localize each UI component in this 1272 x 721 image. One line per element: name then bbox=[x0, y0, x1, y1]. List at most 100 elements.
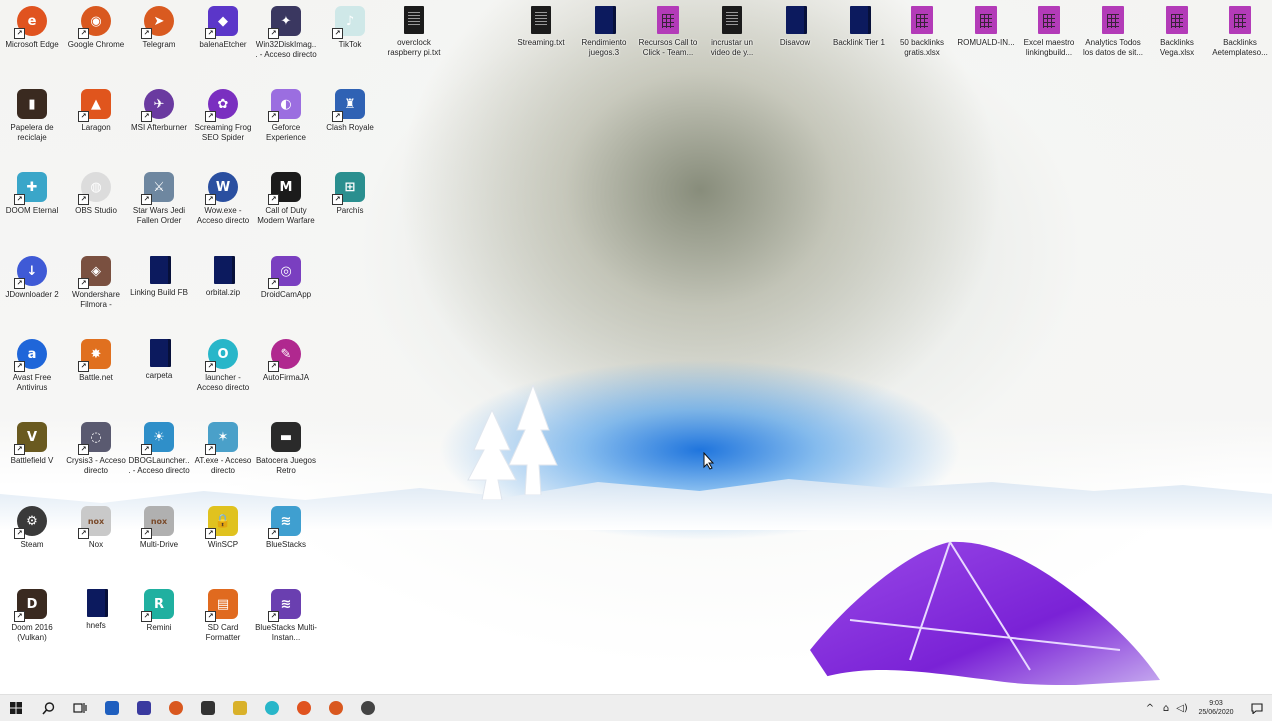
network-icon[interactable]: ⌂ bbox=[1158, 695, 1174, 721]
shortcut-arrow-icon: ↗ bbox=[78, 278, 89, 289]
desktop-icon-msi-afterburner[interactable]: ✈ ↗ MSI Afterburner bbox=[127, 83, 191, 133]
desktop-icon-excel-maestro-linkingbuild[interactable]: Excel maestro linkingbuild... bbox=[1017, 0, 1081, 58]
desktop-icon-dboglauncher-acceso-directo[interactable]: ☀ ↗ DBOGLauncher... - Acceso directo bbox=[127, 416, 191, 476]
desktop-icon-label: Win32DiskImag... - Acceso directo bbox=[255, 40, 317, 59]
taskbar-app-microsoft-store[interactable] bbox=[128, 695, 160, 721]
desktop-icon-avast-free-antivirus[interactable]: a ↗ Avast Free Antivirus bbox=[0, 333, 64, 393]
desktop-icon-doom-2016-vulkan[interactable]: D ↗ Doom 2016 (Vulkan) bbox=[0, 583, 64, 643]
obs-icon bbox=[361, 701, 375, 715]
action-center-button[interactable] bbox=[1242, 695, 1272, 721]
desktop-icon-linking-build-fb[interactable]: Linking Build FB bbox=[127, 250, 191, 298]
taskbar-app-app-dark[interactable] bbox=[192, 695, 224, 721]
shortcut-arrow-icon: ↗ bbox=[205, 444, 216, 455]
desktop-icon-at-exe-acceso-directo[interactable]: ✶ ↗ AT.exe - Acceso directo bbox=[191, 416, 255, 476]
doom-2016-vulkan-icon: D ↗ bbox=[14, 589, 47, 622]
desktop-icon-telegram[interactable]: ➤ ↗ Telegram bbox=[127, 0, 191, 50]
desktop-icon-autofirmaja[interactable]: ✎ ↗ AutoFirmaJA bbox=[254, 333, 318, 383]
desktop-icon-sd-card-formatter[interactable]: ▤ ↗ SD Card Formatter bbox=[191, 583, 255, 643]
desktop-icon-obs-studio[interactable]: ◍ ↗ OBS Studio bbox=[64, 166, 128, 216]
desktop-icon-bluestacks-multi-instan[interactable]: ≋ ↗ BlueStacks Multi-Instan... bbox=[254, 583, 318, 643]
desktop-icon-launcher-acceso-directo[interactable]: O ↗ launcher - Acceso directo bbox=[191, 333, 255, 393]
linking-build-fb-icon bbox=[150, 256, 168, 284]
desktop-icon-backlinks-vega-xlsx[interactable]: Backlinks Vega.xlsx bbox=[1145, 0, 1209, 58]
desktop-icon-steam[interactable]: ⚙ ↗ Steam bbox=[0, 500, 64, 550]
clash-royale-icon: ♜ ↗ bbox=[332, 89, 365, 122]
laragon-icon: ▲ ↗ bbox=[78, 89, 111, 122]
desktop-icon-carpeta[interactable]: carpeta bbox=[127, 333, 191, 381]
desktop-icon-battlefield-v[interactable]: V ↗ Battlefield V bbox=[0, 416, 64, 466]
desktop-icon-droidcamapp[interactable]: ◎ ↗ DroidCamApp bbox=[254, 250, 318, 300]
desktop-icon-screaming-frog-seo-spider[interactable]: ✿ ↗ Screaming Frog SEO Spider bbox=[191, 83, 255, 143]
start-button[interactable] bbox=[0, 695, 32, 721]
desktop-icon-battle-net[interactable]: ✸ ↗ Battle.net bbox=[64, 333, 128, 383]
desktop-icon-clash-royale[interactable]: ♜ ↗ Clash Royale bbox=[318, 83, 382, 133]
icon-glyph: ✎ bbox=[280, 346, 292, 362]
desktop-icon-bluestacks[interactable]: ≋ ↗ BlueStacks bbox=[254, 500, 318, 550]
desktop-icon-doom-eternal[interactable]: ✚ ↗ DOOM Eternal bbox=[0, 166, 64, 216]
taskbar-app-obs[interactable] bbox=[352, 695, 384, 721]
taskbar-app-cortana-circle[interactable] bbox=[256, 695, 288, 721]
search-button[interactable] bbox=[32, 695, 64, 721]
desktop-icon-call-of-duty-modern-warfare[interactable]: M ↗ Call of Duty Modern Warfare bbox=[254, 166, 318, 226]
shortcut-arrow-icon: ↗ bbox=[14, 278, 25, 289]
desktop-icon-backlink-tier-1[interactable]: Backlink Tier 1 bbox=[827, 0, 891, 48]
desktop[interactable]: e ↗ Microsoft Edge ◉ ↗ Google Chrome ➤ ↗ Telegra… bbox=[0, 0, 1272, 694]
desktop-icon-balenaetcher[interactable]: ◆ ↗ balenaEtcher bbox=[191, 0, 255, 50]
tray-chevron-icon[interactable]: ^ bbox=[1142, 695, 1158, 721]
desktop-icon-multi-drive[interactable]: nox ↗ Multi-Drive bbox=[127, 500, 191, 550]
search-icon bbox=[41, 701, 54, 715]
desktop-icon-wondershare-filmora[interactable]: ◈ ↗ Wondershare Filmora - bbox=[64, 250, 128, 310]
desktop-icon-label: Laragon bbox=[81, 123, 111, 132]
desktop-icon-incrustar-un-video-de-y[interactable]: incrustar un video de y... bbox=[700, 0, 764, 58]
desktop-icon-orbital-zip[interactable]: orbital.zip bbox=[191, 250, 255, 298]
desktop-icon-batocera-juegos-retro[interactable]: ▬ Batocera Juegos Retro bbox=[254, 416, 318, 476]
taskbar-app-chrome-alt[interactable] bbox=[320, 695, 352, 721]
shortcut-arrow-icon: ↗ bbox=[14, 444, 25, 455]
desktop-icon-win32diskimag-acceso-directo[interactable]: ✦ ↗ Win32DiskImag... - Acceso directo bbox=[254, 0, 318, 60]
desktop-icon-label: Backlinks Vega.xlsx bbox=[1159, 38, 1195, 57]
icon-glyph: V bbox=[26, 429, 38, 445]
icon-glyph: ☀ bbox=[153, 429, 165, 445]
task-view-button[interactable] bbox=[64, 695, 96, 721]
desktop-icon-romuald-in[interactable]: ROMUALD-IN... bbox=[954, 0, 1018, 48]
desktop-icon-google-chrome[interactable]: ◉ ↗ Google Chrome bbox=[64, 0, 128, 50]
desktop-icon-nox[interactable]: nox ↗ Nox bbox=[64, 500, 128, 550]
desktop-icon-rendimiento-juegos-3[interactable]: Rendimiento juegos.3 bbox=[572, 0, 636, 58]
desktop-icon-winscp[interactable]: 🔒 ↗ WinSCP bbox=[191, 500, 255, 550]
taskbar-app-chrome[interactable] bbox=[160, 695, 192, 721]
desktop-icon-geforce-experience[interactable]: ◐ ↗ Geforce Experience bbox=[254, 83, 318, 143]
shortcut-arrow-icon: ↗ bbox=[141, 611, 152, 622]
desktop-icon-disavow[interactable]: Disavow bbox=[763, 0, 827, 48]
sd-card-formatter-icon: ▤ ↗ bbox=[205, 589, 238, 622]
desktop-icon-remini[interactable]: R ↗ Remini bbox=[127, 583, 191, 633]
desktop-icon-label: DOOM Eternal bbox=[5, 206, 59, 215]
desktop-icon-star-wars-jedi-fallen-order[interactable]: ⚔ ↗ Star Wars Jedi Fallen Order bbox=[127, 166, 191, 226]
desktop-icon-crysis3-acceso-directo[interactable]: ◌ ↗ Crysis3 - Acceso directo bbox=[64, 416, 128, 476]
desktop-icon-hnefs[interactable]: hnefs bbox=[64, 583, 128, 631]
desktop-icon-laragon[interactable]: ▲ ↗ Laragon bbox=[64, 83, 128, 133]
desktop-icon-jdownloader-2[interactable]: ↓ ↗ JDownloader 2 bbox=[0, 250, 64, 300]
desktop-icon-label: Wondershare Filmora - bbox=[72, 290, 120, 309]
desktop-icon-analytics-todos-los-datos-de-sit[interactable]: Analytics Todos los datos de sit... bbox=[1081, 0, 1145, 58]
file-explorer-icon bbox=[105, 701, 119, 715]
desktop-icon-microsoft-edge[interactable]: e ↗ Microsoft Edge bbox=[0, 0, 64, 50]
desktop-icon-tiktok[interactable]: ♪ ↗ TikTok bbox=[318, 0, 382, 50]
desktop-icon-50-backlinks-gratis-xlsx[interactable]: 50 backlinks gratis.xlsx bbox=[890, 0, 954, 58]
desktop-icon-papelera-de-reciclaje[interactable]: ▮ Papelera de reciclaje bbox=[0, 83, 64, 143]
desktop-icon-streaming-txt[interactable]: Streaming.txt bbox=[509, 0, 573, 48]
taskbar-app-edge[interactable] bbox=[288, 695, 320, 721]
taskbar-app-folder[interactable] bbox=[224, 695, 256, 721]
icon-glyph: ✚ bbox=[26, 179, 38, 195]
desktop-icon-label: WinSCP bbox=[207, 540, 239, 549]
screaming-frog-seo-spider-icon: ✿ ↗ bbox=[205, 89, 238, 122]
desktop-icon-backlinks-aetemplateso[interactable]: Backlinks Aetemplateso... bbox=[1208, 0, 1272, 58]
chrome-icon bbox=[169, 701, 183, 715]
taskbar-app-file-explorer[interactable] bbox=[96, 695, 128, 721]
desktop-icon-overclock-raspberry-pi-txt[interactable]: overclock raspberry pi.txt bbox=[382, 0, 446, 58]
speaker-icon[interactable]: ◁) bbox=[1174, 695, 1190, 721]
desktop-icon-recursos-call-to-click-team[interactable]: Recursos Call to Click - Team... bbox=[636, 0, 700, 58]
desktop-icon-parch-s[interactable]: ⊞ ↗ Parchís bbox=[318, 166, 382, 216]
bluestacks-icon: ≋ ↗ bbox=[268, 506, 301, 539]
clock[interactable]: 9:03 25/06/2020 bbox=[1190, 699, 1242, 717]
desktop-icon-wow-exe-acceso-directo[interactable]: W ↗ Wow.exe - Acceso directo bbox=[191, 166, 255, 226]
